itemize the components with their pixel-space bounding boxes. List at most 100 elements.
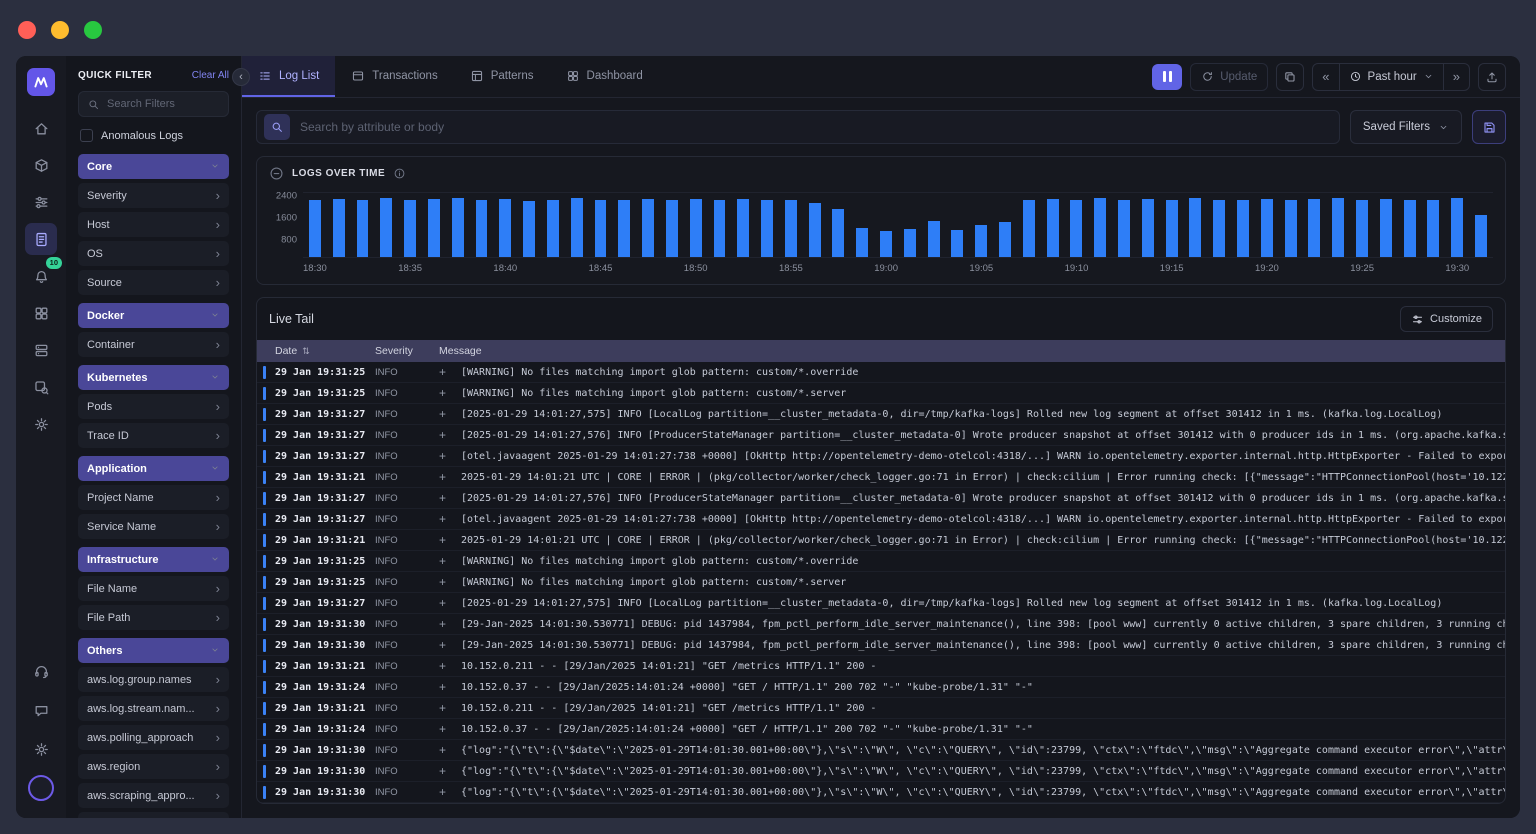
- log-row[interactable]: 29 Jan 19:31:27INFO+[otel.javaagent 2025…: [257, 446, 1505, 467]
- filter-section-others[interactable]: Others: [78, 638, 229, 663]
- filter-item-aws-log-stream-nam-[interactable]: aws.log.stream.nam...›: [78, 696, 229, 721]
- chart-bar[interactable]: [999, 222, 1011, 257]
- close-window-button[interactable]: [18, 21, 36, 39]
- chart-bar[interactable]: [1261, 199, 1273, 257]
- infrastructure-nav-icon[interactable]: [25, 149, 57, 181]
- expand-log-icon[interactable]: +: [439, 512, 461, 526]
- log-row[interactable]: 29 Jan 19:31:27INFO+[2025-01-29 14:01:27…: [257, 488, 1505, 509]
- log-row[interactable]: 29 Jan 19:31:30INFO+{"log":"{\"t\":{\"$d…: [257, 782, 1505, 803]
- chart-bar[interactable]: [309, 200, 321, 257]
- log-row[interactable]: 29 Jan 19:31:27INFO+[2025-01-29 14:01:27…: [257, 404, 1505, 425]
- log-search-input[interactable]: [300, 120, 1335, 134]
- tab-dashboard[interactable]: Dashboard: [550, 56, 659, 97]
- export-button[interactable]: [1478, 63, 1506, 91]
- logs-nav-icon[interactable]: [25, 223, 57, 255]
- chart-bar[interactable]: [333, 199, 345, 257]
- filter-item-service-name[interactable]: Service Name›: [78, 514, 229, 539]
- log-row[interactable]: 29 Jan 19:31:25INFO+[WARNING] No files m…: [257, 362, 1505, 383]
- filter-item-host[interactable]: Host›: [78, 212, 229, 237]
- chart-bar[interactable]: [1118, 200, 1130, 257]
- time-back-button[interactable]: «: [1313, 64, 1338, 90]
- chart-bar[interactable]: [785, 200, 797, 257]
- expand-log-icon[interactable]: +: [439, 617, 461, 631]
- profile-avatar[interactable]: [25, 772, 57, 804]
- anomalous-logs-checkbox[interactable]: Anomalous Logs: [80, 129, 227, 142]
- chart-bar[interactable]: [357, 200, 369, 257]
- column-message[interactable]: Message: [439, 345, 1505, 357]
- filter-search-input[interactable]: [107, 98, 220, 110]
- chart-bar[interactable]: [856, 228, 868, 257]
- expand-log-icon[interactable]: +: [439, 638, 461, 652]
- chart-bar[interactable]: [595, 200, 607, 257]
- log-row[interactable]: 29 Jan 19:31:30INFO+[29-Jan-2025 14:01:3…: [257, 614, 1505, 635]
- chart-bar[interactable]: [452, 198, 464, 257]
- settings-nav-icon[interactable]: [25, 408, 57, 440]
- filter-section-infrastructure[interactable]: Infrastructure: [78, 547, 229, 572]
- alerts-nav-icon[interactable]: 10: [25, 260, 57, 292]
- filter-item-pods[interactable]: Pods›: [78, 394, 229, 419]
- column-date[interactable]: Date: [275, 345, 297, 357]
- log-row[interactable]: 29 Jan 19:31:30INFO+{"log":"{\"t\":{\"$d…: [257, 761, 1505, 782]
- chart-bar[interactable]: [1070, 200, 1082, 257]
- tab-log-list[interactable]: Log List: [242, 56, 335, 97]
- tab-patterns[interactable]: Patterns: [454, 56, 550, 97]
- expand-log-icon[interactable]: +: [439, 701, 461, 715]
- chart-bar[interactable]: [547, 200, 559, 257]
- home-nav-icon[interactable]: [25, 112, 57, 144]
- update-button[interactable]: Update: [1190, 63, 1268, 91]
- customize-button[interactable]: Customize: [1400, 306, 1493, 332]
- filter-item-trace-id[interactable]: Trace ID›: [78, 423, 229, 448]
- chart-bar[interactable]: [761, 200, 773, 257]
- log-row[interactable]: 29 Jan 19:31:27INFO+[2025-01-29 14:01:27…: [257, 425, 1505, 446]
- log-row[interactable]: 29 Jan 19:31:24INFO+10.152.0.37 - - [29/…: [257, 677, 1505, 698]
- checkbox-box[interactable]: [80, 129, 93, 142]
- filter-item-file-name[interactable]: File Name›: [78, 576, 229, 601]
- log-row[interactable]: 29 Jan 19:31:25INFO+[WARNING] No files m…: [257, 383, 1505, 404]
- chart-bar[interactable]: [880, 231, 892, 257]
- chart-bar[interactable]: [1213, 200, 1225, 257]
- chart-bar[interactable]: [1285, 200, 1297, 257]
- expand-log-icon[interactable]: +: [439, 596, 461, 610]
- expand-log-icon[interactable]: +: [439, 533, 461, 547]
- expand-log-icon[interactable]: +: [439, 470, 461, 484]
- synthetics-nav-icon[interactable]: [25, 371, 57, 403]
- filter-item-browser-name[interactable]: browser.name›: [78, 812, 229, 818]
- chart-bar[interactable]: [1404, 200, 1416, 257]
- copy-button[interactable]: [1276, 63, 1304, 91]
- filter-item-os[interactable]: OS›: [78, 241, 229, 266]
- dashboards-nav-icon[interactable]: [25, 297, 57, 329]
- log-row[interactable]: 29 Jan 19:31:30INFO+{"log":"{\"t\":{\"$d…: [257, 740, 1505, 761]
- expand-log-icon[interactable]: +: [439, 428, 461, 442]
- chart-bar[interactable]: [1142, 199, 1154, 257]
- chart-bar[interactable]: [428, 199, 440, 257]
- apm-nav-icon[interactable]: [25, 186, 57, 218]
- chart-bar[interactable]: [1475, 215, 1487, 257]
- log-row[interactable]: 29 Jan 19:31:21INFO+10.152.0.211 - - [29…: [257, 656, 1505, 677]
- chart-bar[interactable]: [737, 199, 749, 257]
- collapse-chart-button[interactable]: [269, 166, 284, 181]
- expand-log-icon[interactable]: +: [439, 365, 461, 379]
- chart-bar[interactable]: [832, 209, 844, 257]
- time-range-selector[interactable]: Past hour: [1339, 64, 1443, 90]
- info-icon[interactable]: [393, 167, 406, 180]
- chart-bar[interactable]: [523, 201, 535, 257]
- chart-bar[interactable]: [1451, 198, 1463, 257]
- expand-log-icon[interactable]: +: [439, 785, 461, 799]
- filter-section-kubernetes[interactable]: Kubernetes: [78, 365, 229, 390]
- collapse-filter-panel-button[interactable]: ‹: [232, 68, 250, 86]
- chart-bar[interactable]: [1237, 200, 1249, 257]
- filter-section-docker[interactable]: Docker: [78, 303, 229, 328]
- support-nav-icon[interactable]: [25, 655, 57, 687]
- chart-bar[interactable]: [1427, 200, 1439, 257]
- chart-bar[interactable]: [571, 198, 583, 257]
- chart-bar[interactable]: [1166, 200, 1178, 257]
- save-filter-button[interactable]: [1472, 110, 1506, 144]
- chart-bar[interactable]: [951, 230, 963, 257]
- chart-bar[interactable]: [904, 229, 916, 257]
- log-row[interactable]: 29 Jan 19:31:24INFO+10.152.0.37 - - [29/…: [257, 719, 1505, 740]
- filter-section-core[interactable]: Core: [78, 154, 229, 179]
- chart-bar[interactable]: [1094, 198, 1106, 257]
- log-row[interactable]: 29 Jan 19:31:30INFO+[29-Jan-2025 14:01:3…: [257, 635, 1505, 656]
- log-row[interactable]: 29 Jan 19:31:25INFO+[WARNING] No files m…: [257, 551, 1505, 572]
- column-severity[interactable]: Severity: [375, 345, 439, 357]
